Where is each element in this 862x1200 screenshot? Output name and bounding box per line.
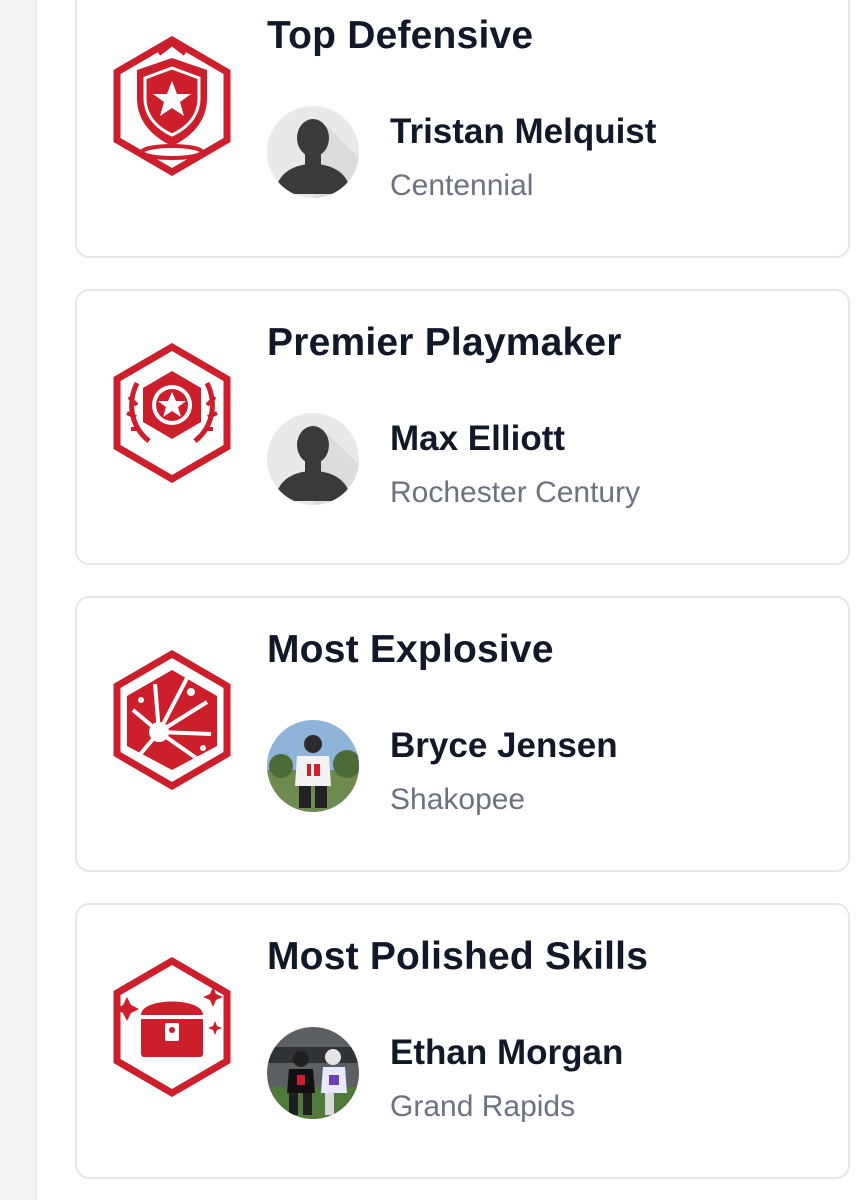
- award-title: Most Explosive: [267, 628, 554, 671]
- star-wings-icon: [107, 343, 237, 483]
- left-rail: [0, 0, 37, 1200]
- shield-star-icon: [107, 36, 237, 176]
- player-name[interactable]: Ethan Morgan: [390, 1033, 623, 1073]
- award-card[interactable]: Top Defensive Tristan Melquist Centennia…: [75, 0, 850, 258]
- player-name[interactable]: Tristan Melquist: [390, 112, 656, 152]
- treasure-chest-sparkle-icon: [107, 957, 237, 1097]
- award-card[interactable]: Most Explosive Bryce Jensen Shakopee: [75, 596, 850, 872]
- award-title: Most Polished Skills: [267, 935, 649, 978]
- explosion-icon: [107, 650, 237, 790]
- player-school: Rochester Century: [390, 476, 641, 509]
- player-name[interactable]: Max Elliott: [390, 419, 565, 459]
- player-school: Grand Rapids: [390, 1090, 576, 1123]
- award-card[interactable]: Most Polished Skills Ethan Morgan Grand …: [75, 903, 850, 1179]
- player-school: Shakopee: [390, 783, 526, 816]
- default-avatar-icon[interactable]: [267, 413, 359, 505]
- award-title: Premier Playmaker: [267, 321, 622, 364]
- player-school: Centennial: [390, 169, 534, 202]
- award-title: Top Defensive: [267, 14, 534, 57]
- default-avatar-icon[interactable]: [267, 106, 359, 198]
- player-photo[interactable]: [267, 1027, 359, 1119]
- award-card[interactable]: Premier Playmaker Max Elliott Rochester …: [75, 289, 850, 565]
- player-name[interactable]: Bryce Jensen: [390, 726, 618, 766]
- player-photo[interactable]: [267, 720, 359, 812]
